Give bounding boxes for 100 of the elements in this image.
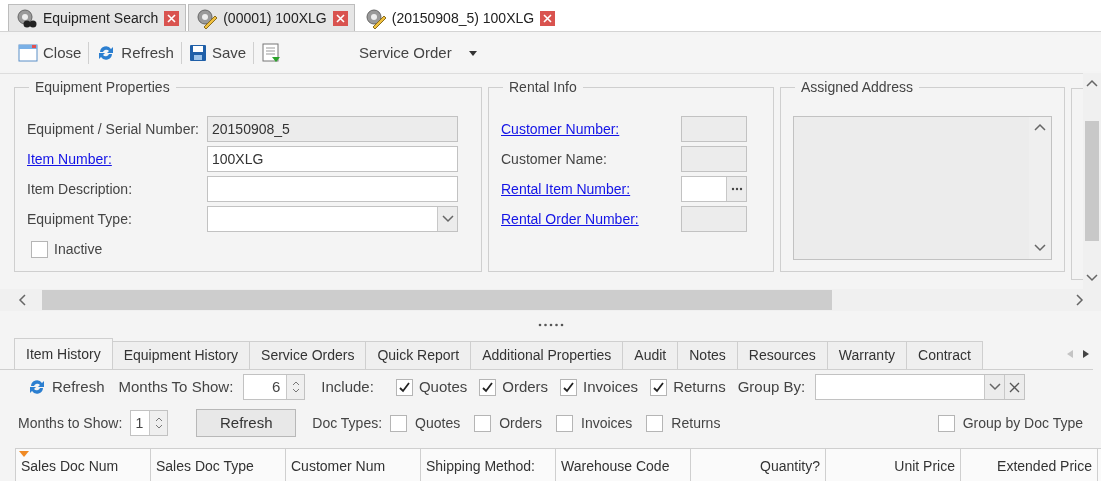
checkmark-icon — [562, 380, 576, 394]
close-tab-button[interactable] — [164, 10, 180, 26]
input-field[interactable] — [681, 206, 747, 232]
field-link[interactable]: Customer Number: — [501, 120, 681, 138]
tab[interactable]: Notes — [677, 341, 738, 369]
tab[interactable]: Resources — [736, 341, 828, 369]
refresh-icon — [27, 377, 47, 397]
tab[interactable]: Additional Properties — [470, 341, 624, 369]
group-by-combo-box[interactable] — [815, 374, 1026, 400]
checkbox[interactable] — [646, 414, 664, 432]
checkbox-label: Orders — [499, 414, 542, 432]
address-text-area[interactable] — [793, 116, 1052, 260]
tab[interactable]: Contract — [906, 341, 983, 369]
column-header[interactable]: Customer Num — [286, 449, 421, 481]
refresh-button[interactable]: Refresh — [196, 409, 297, 437]
close-icon — [167, 13, 177, 23]
close-icon — [335, 13, 345, 23]
checkbox-label: Returns — [671, 414, 721, 432]
vertical-scrollbar[interactable] — [1083, 73, 1101, 289]
field-link[interactable]: Rental Item Number: — [501, 180, 681, 198]
field-label: Item Description: — [27, 180, 134, 198]
checkmark-icon — [652, 380, 666, 394]
toolbar-button[interactable]: Refresh — [92, 43, 178, 63]
refresh-button[interactable]: Refresh — [27, 377, 105, 397]
input-field[interactable] — [681, 176, 747, 202]
close-icon — [543, 13, 553, 23]
grip-icon — [537, 323, 564, 327]
field-label: Doc Types: — [312, 414, 383, 432]
column-header[interactable]: Quantity? — [691, 449, 826, 481]
tab[interactable]: Item History — [14, 338, 113, 369]
input-field[interactable] — [681, 146, 747, 172]
checkbox[interactable] — [31, 240, 48, 258]
checkmark-icon — [481, 380, 495, 394]
checkbox[interactable] — [556, 414, 573, 432]
window-icon — [18, 44, 38, 62]
input-field[interactable]: 100XLG — [207, 146, 458, 172]
document-tab[interactable]: (00001) 100XLG — [188, 4, 355, 31]
tab[interactable]: Service Orders — [249, 341, 367, 369]
combo-box[interactable] — [207, 206, 458, 232]
checkbox-label: Orders — [502, 378, 549, 396]
clear-icon — [1009, 381, 1021, 393]
toolbar-button[interactable]: Close — [14, 44, 86, 62]
field-label: Months to Show: — [18, 414, 123, 432]
toolbar-button[interactable]: Save — [184, 44, 251, 62]
checkbox-label: Inactive — [54, 240, 103, 258]
tab[interactable]: Equipment History — [111, 341, 251, 369]
column-header[interactable]: Extended Price — [961, 449, 1098, 481]
checkbox[interactable] — [650, 378, 668, 396]
close-tab-button[interactable] — [540, 10, 556, 26]
report-icon — [261, 43, 282, 63]
service-order-dropdown[interactable]: Service Order — [355, 44, 482, 62]
checkbox-label: Invoices — [581, 414, 633, 432]
column-header[interactable]: Warehouse Code — [556, 449, 691, 481]
column-header[interactable]: Unit Price — [826, 449, 961, 481]
tab[interactable]: Quick Report — [365, 341, 472, 369]
months-spinner[interactable]: 6 — [243, 374, 306, 400]
field-label: Equipment / Serial Number: — [27, 120, 200, 138]
close-tab-button[interactable] — [332, 10, 348, 26]
checkbox[interactable] — [395, 378, 413, 396]
gear-pencil-icon — [195, 7, 218, 29]
caret-icon — [467, 48, 478, 58]
checkbox[interactable] — [474, 414, 492, 432]
checkbox-label: Quotes — [418, 378, 468, 396]
tab[interactable]: Audit — [622, 341, 679, 369]
document-tab[interactable]: Equipment Search — [8, 4, 187, 31]
gear-pencil-icon — [363, 7, 386, 29]
scroll-right-icon — [1083, 350, 1089, 358]
field-link[interactable]: Rental Order Number: — [501, 210, 681, 228]
column-header[interactable]: Shipping Method: — [421, 449, 556, 481]
ellipsis-icon — [730, 187, 743, 191]
scroll-left-icon — [1067, 350, 1073, 358]
group-title: Assigned Address — [800, 80, 915, 94]
field-label: Months To Show: — [118, 378, 234, 396]
checkbox-label: Group by Doc Type — [962, 414, 1083, 432]
horizontal-scrollbar[interactable] — [0, 289, 1101, 311]
checkbox-label: Quotes — [415, 414, 461, 432]
tab[interactable]: Warranty — [826, 341, 908, 369]
field-label: Customer Name: — [501, 150, 608, 168]
column-header[interactable]: Sales Doc Type — [151, 449, 286, 481]
group-title: Rental Info — [508, 80, 578, 94]
input-field[interactable]: 20150908_5 — [207, 116, 458, 142]
field-label: Include: — [321, 378, 374, 396]
field-link[interactable]: Item Number: — [27, 150, 207, 168]
input-field[interactable] — [681, 116, 747, 142]
spin-arrows-icon — [154, 416, 163, 430]
input-field[interactable] — [207, 176, 458, 202]
checkbox[interactable] — [937, 414, 955, 432]
checkbox[interactable] — [390, 414, 408, 432]
group-title: Equipment Properties — [34, 80, 171, 94]
spin-arrows-icon — [291, 380, 300, 394]
checkbox[interactable] — [560, 378, 578, 396]
months-spinner[interactable]: 1 — [130, 410, 169, 436]
checkbox-label: Returns — [673, 378, 726, 396]
checkmark-icon — [397, 380, 411, 394]
column-header[interactable]: Sales Doc Num — [16, 449, 151, 481]
gear-binoculars-icon — [15, 7, 37, 29]
checkbox[interactable] — [479, 378, 497, 396]
field-label: Group By: — [737, 378, 806, 396]
field-label: Equipment Type: — [27, 210, 133, 228]
checkbox-label: Invoices — [583, 378, 639, 396]
